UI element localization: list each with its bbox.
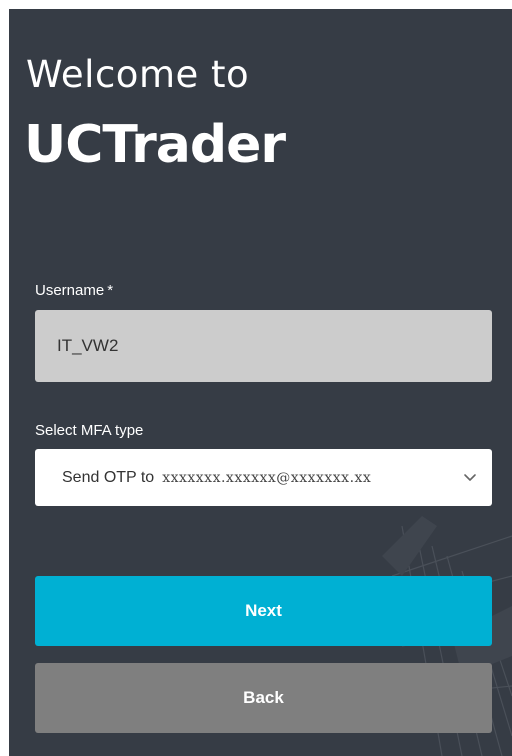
username-field[interactable]: IT_VW2 [35,310,492,382]
next-button[interactable]: Next [35,576,492,646]
username-label-text: Username [35,282,105,299]
back-button[interactable]: Back [35,663,492,733]
chevron-down-icon[interactable] [462,469,478,485]
required-mark: * [107,282,114,299]
username-value: IT_VW2 [57,336,119,355]
login-panel: Welcome to UCTrader Username * IT_VW2 Sel… [9,9,512,756]
mfa-type-label: Select MFA type [35,422,144,439]
mfa-selected-prefix: Send OTP to [62,468,155,486]
mfa-type-select[interactable]: Send OTP to xxxxxxx.xxxxxx@xxxxxxx.xx [35,449,492,506]
welcome-text: Welcome to [26,53,250,96]
brand-title: UCTrader [24,115,286,175]
username-label: Username * [35,281,113,301]
mfa-selected-email: xxxxxxx.xxxxxx@xxxxxxx.xx [162,469,372,486]
